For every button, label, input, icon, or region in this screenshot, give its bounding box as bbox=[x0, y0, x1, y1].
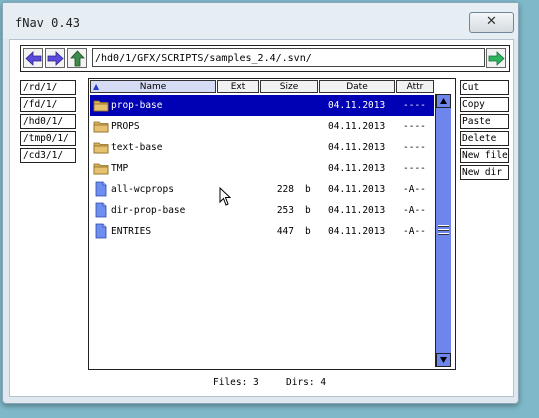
arrow-left-icon bbox=[25, 51, 42, 66]
drive-button-tmp0[interactable]: /tmp0/1/ bbox=[20, 131, 76, 146]
file-attributes: -A-- bbox=[403, 205, 426, 216]
copy-button[interactable]: Copy bbox=[460, 97, 509, 112]
window-title: fNav 0.43 bbox=[15, 16, 81, 30]
file-name: all-wcprops bbox=[111, 184, 174, 195]
go-button[interactable] bbox=[486, 48, 506, 68]
folder-icon bbox=[93, 142, 109, 154]
file-size: 228 bbox=[276, 184, 294, 195]
folder-icon bbox=[93, 100, 109, 112]
file-name: text-base bbox=[111, 142, 163, 153]
folder-icon bbox=[93, 121, 109, 133]
file-row[interactable]: ENTRIES 447 b 04.11.2013 -A-- bbox=[90, 221, 434, 242]
scroll-down-icon bbox=[440, 357, 447, 363]
drive-button-cd3[interactable]: /cd3/1/ bbox=[20, 148, 76, 163]
arrow-up-icon bbox=[70, 50, 85, 67]
files-count: Files: 3 bbox=[213, 377, 259, 388]
file-date: 04.11.2013 bbox=[328, 100, 386, 111]
sort-ascending-icon: ▲ bbox=[93, 82, 100, 91]
status-bar: Files: 3 Dirs: 4 bbox=[10, 376, 513, 390]
file-row[interactable]: all-wcprops 228 b 04.11.2013 -A-- bbox=[90, 179, 434, 200]
main-window: fNav 0.43 ✕ /hd0/1/GFX/SCRIPTS/samples_2… bbox=[2, 2, 519, 404]
file-size-unit: b bbox=[305, 205, 311, 216]
action-buttons: Cut Copy Paste Delete New file New dir bbox=[460, 80, 509, 182]
client-area: /hd0/1/GFX/SCRIPTS/samples_2.4/.svn/ /rd… bbox=[9, 39, 514, 397]
vertical-scrollbar[interactable] bbox=[435, 94, 451, 367]
path-input[interactable]: /hd0/1/GFX/SCRIPTS/samples_2.4/.svn/ bbox=[92, 48, 485, 67]
new-dir-button[interactable]: New dir bbox=[460, 165, 509, 180]
file-attributes: ---- bbox=[403, 100, 426, 111]
file-size: 253 bbox=[276, 205, 294, 216]
back-button[interactable] bbox=[23, 48, 43, 68]
title-bar[interactable]: fNav 0.43 ✕ bbox=[3, 3, 518, 39]
file-name: PROPS bbox=[111, 121, 140, 132]
file-size-unit: b bbox=[305, 184, 311, 195]
folder-row[interactable]: TMP 04.11.2013 ---- bbox=[90, 158, 434, 179]
folder-icon bbox=[93, 163, 109, 175]
file-name: TMP bbox=[111, 163, 129, 174]
file-attributes: ---- bbox=[403, 142, 426, 153]
file-list-panel: ▲ Name Ext Size Date Attr prop-base 04.11… bbox=[88, 78, 456, 370]
file-attributes: ---- bbox=[403, 121, 426, 132]
close-icon: ✕ bbox=[486, 14, 497, 29]
file-size-unit: b bbox=[305, 226, 311, 237]
scroll-up-button[interactable] bbox=[436, 94, 451, 108]
file-attributes: -A-- bbox=[403, 184, 426, 195]
dirs-count: Dirs: 4 bbox=[286, 377, 327, 388]
column-header-attr[interactable]: Attr bbox=[396, 80, 434, 93]
close-button[interactable]: ✕ bbox=[469, 12, 514, 33]
file-date: 04.11.2013 bbox=[328, 226, 386, 237]
drive-button-fd[interactable]: /fd/1/ bbox=[20, 97, 76, 112]
file-name: dir-prop-base bbox=[111, 205, 186, 216]
delete-button[interactable]: Delete bbox=[460, 131, 509, 146]
scroll-thumb-grip-icon[interactable] bbox=[438, 225, 449, 235]
column-header-name-label: Name bbox=[139, 82, 167, 92]
paste-button[interactable]: Paste bbox=[460, 114, 509, 129]
path-bar: /hd0/1/GFX/SCRIPTS/samples_2.4/.svn/ bbox=[20, 45, 510, 72]
file-date: 04.11.2013 bbox=[328, 184, 386, 195]
arrow-right-icon bbox=[47, 51, 64, 66]
column-header-name[interactable]: ▲ Name bbox=[90, 80, 216, 93]
arrow-go-icon bbox=[488, 51, 505, 66]
file-list: prop-base 04.11.2013 ---- PROPS 04.11.2013 --… bbox=[90, 95, 434, 242]
folder-row[interactable]: PROPS 04.11.2013 ---- bbox=[90, 116, 434, 137]
file-date: 04.11.2013 bbox=[328, 163, 386, 174]
folder-row[interactable]: prop-base 04.11.2013 ---- bbox=[90, 95, 434, 116]
file-date: 04.11.2013 bbox=[328, 205, 386, 216]
column-header-size[interactable]: Size bbox=[260, 80, 318, 93]
file-row[interactable]: dir-prop-base 253 b 04.11.2013 -A-- bbox=[90, 200, 434, 221]
file-name: ENTRIES bbox=[111, 226, 152, 237]
file-icon bbox=[95, 181, 107, 197]
scroll-up-icon bbox=[440, 98, 447, 104]
file-name: prop-base bbox=[111, 100, 163, 111]
drive-button-hd0[interactable]: /hd0/1/ bbox=[20, 114, 76, 129]
drive-list: /rd/1/ /fd/1/ /hd0/1/ /tmp0/1/ /cd3/1/ bbox=[20, 80, 76, 165]
file-icon bbox=[95, 223, 107, 239]
file-icon bbox=[95, 202, 107, 218]
file-size: 447 bbox=[276, 226, 294, 237]
new-file-button[interactable]: New file bbox=[460, 148, 509, 163]
up-button[interactable] bbox=[67, 48, 87, 68]
file-attributes: ---- bbox=[403, 163, 426, 174]
drive-button-rd[interactable]: /rd/1/ bbox=[20, 80, 76, 95]
mouse-pointer-icon bbox=[219, 187, 231, 206]
column-header-date[interactable]: Date bbox=[319, 80, 395, 93]
file-date: 04.11.2013 bbox=[328, 121, 386, 132]
file-attributes: -A-- bbox=[403, 226, 426, 237]
forward-button[interactable] bbox=[45, 48, 65, 68]
file-date: 04.11.2013 bbox=[328, 142, 386, 153]
column-header-ext[interactable]: Ext bbox=[217, 80, 259, 93]
scroll-down-button[interactable] bbox=[436, 353, 451, 367]
cut-button[interactable]: Cut bbox=[460, 80, 509, 95]
folder-row[interactable]: text-base 04.11.2013 ---- bbox=[90, 137, 434, 158]
